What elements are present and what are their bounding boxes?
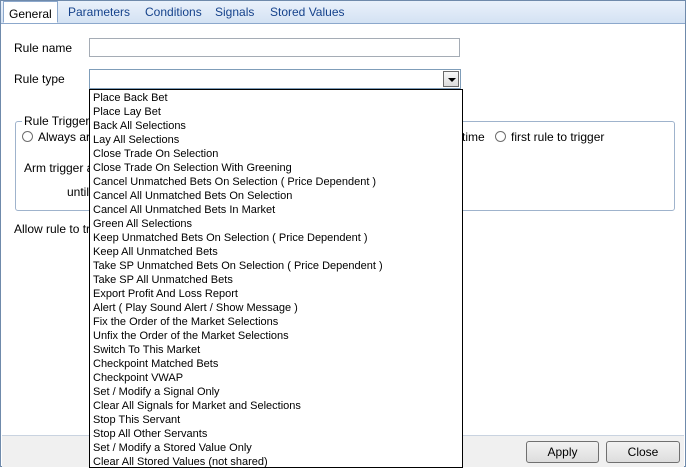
radio-first-rule[interactable] xyxy=(495,131,506,142)
dropdown-option[interactable]: Alert ( Play Sound Alert / Show Message … xyxy=(90,301,462,315)
radio-always-armed-label: Always ar xyxy=(38,130,91,144)
rule-name-input[interactable] xyxy=(89,38,460,57)
radio-time-label: time xyxy=(462,130,485,144)
rule-type-combobox[interactable] xyxy=(89,69,461,89)
dropdown-option[interactable]: Place Lay Bet xyxy=(90,105,462,119)
dropdown-option[interactable]: Keep All Unmatched Bets xyxy=(90,245,462,259)
tab-conditions[interactable]: Conditions xyxy=(145,3,202,22)
dropdown-option[interactable]: Set / Modify a Stored Value Only xyxy=(90,441,462,455)
allow-rule-label: Allow rule to tri xyxy=(14,222,93,236)
chevron-down-icon xyxy=(448,78,456,82)
dropdown-option[interactable]: Checkpoint Matched Bets xyxy=(90,357,462,371)
rule-type-label: Rule type xyxy=(14,72,65,86)
rule-name-label: Rule name xyxy=(14,41,73,55)
dropdown-option[interactable]: Lay All Selections xyxy=(90,133,462,147)
dropdown-option[interactable]: Close Trade On Selection xyxy=(90,147,462,161)
tab-signals[interactable]: Signals xyxy=(215,3,254,22)
dropdown-option[interactable]: Close Trade On Selection With Greening xyxy=(90,161,462,175)
rule-editor-window: General Parameters Conditions Signals St… xyxy=(0,0,686,468)
apply-button[interactable]: Apply xyxy=(526,441,599,463)
dropdown-option[interactable]: Green All Selections xyxy=(90,217,462,231)
dropdown-option[interactable]: Fix the Order of the Market Selections xyxy=(90,315,462,329)
dropdown-option[interactable]: Back All Selections xyxy=(90,119,462,133)
tab-general[interactable]: General xyxy=(3,1,58,23)
dropdown-option[interactable]: Cancel All Unmatched Bets In Market xyxy=(90,203,462,217)
tab-strip: General Parameters Conditions Signals St… xyxy=(1,1,685,24)
dropdown-option[interactable]: Clear All Stored Values (not shared) xyxy=(90,455,462,467)
dropdown-option[interactable]: Clear All Signals for Market and Selecti… xyxy=(90,399,462,413)
dropdown-option[interactable]: Checkpoint VWAP xyxy=(90,371,462,385)
dropdown-option[interactable]: Cancel All Unmatched Bets On Selection xyxy=(90,189,462,203)
radio-first-rule-label: first rule to trigger xyxy=(511,130,605,144)
dropdown-button[interactable] xyxy=(443,71,459,87)
radio-always-armed[interactable] xyxy=(22,131,33,142)
dropdown-option[interactable]: Take SP All Unmatched Bets xyxy=(90,273,462,287)
rule-trigger-legend: Rule Trigger xyxy=(24,114,90,128)
rule-type-dropdown-list[interactable]: Place Back Bet Place Lay Bet Back All Sele… xyxy=(89,89,463,468)
tab-stored-values[interactable]: Stored Values xyxy=(270,3,345,22)
dropdown-option[interactable]: Stop All Other Servants xyxy=(90,427,462,441)
close-button[interactable]: Close xyxy=(606,441,680,463)
arm-trigger-label: Arm trigger at xyxy=(24,161,97,175)
dropdown-option[interactable]: Cancel Unmatched Bets On Selection ( Pri… xyxy=(90,175,462,189)
dropdown-option[interactable]: Export Profit And Loss Report xyxy=(90,287,462,301)
dropdown-option[interactable]: Switch To This Market xyxy=(90,343,462,357)
dropdown-option[interactable]: Place Back Bet xyxy=(90,91,462,105)
dropdown-option[interactable]: Set / Modify a Signal Only xyxy=(90,385,462,399)
dropdown-option[interactable]: Unfix the Order of the Market Selections xyxy=(90,329,462,343)
until-label: until xyxy=(67,185,90,199)
tab-parameters[interactable]: Parameters xyxy=(68,3,130,22)
dropdown-option[interactable]: Stop This Servant xyxy=(90,413,462,427)
dropdown-option[interactable]: Take SP Unmatched Bets On Selection ( Pr… xyxy=(90,259,462,273)
dropdown-option[interactable]: Keep Unmatched Bets On Selection ( Price… xyxy=(90,231,462,245)
